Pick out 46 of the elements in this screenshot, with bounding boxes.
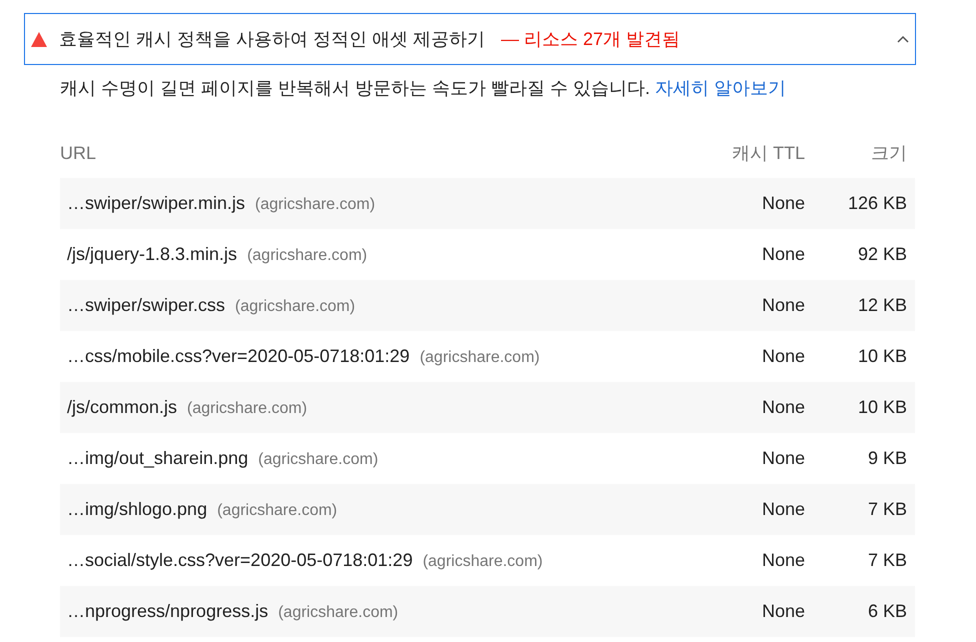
url-text: …nprogress/nprogress.js bbox=[67, 600, 268, 623]
size-cell-text: 126 KB bbox=[846, 192, 908, 215]
ttl-cell-text: None bbox=[760, 243, 805, 266]
size-cell-text: 92 KB bbox=[856, 243, 908, 266]
host-text: (agricshare.com) bbox=[217, 501, 338, 521]
audit-description: 캐시 수명이 길면 페이지를 반복해서 방문하는 속도가 빨라질 수 있습니다. bbox=[60, 78, 652, 98]
host-text: (agricshare.com) bbox=[187, 399, 308, 419]
host-text: (agricshare.com) bbox=[255, 195, 376, 215]
size-cell-text: 10 KB bbox=[856, 396, 908, 419]
ttl-cell-text: None bbox=[760, 192, 805, 215]
url-text: …img/shlogo.png bbox=[67, 498, 208, 521]
url-text: …swiper/swiper.min.js bbox=[67, 192, 246, 215]
url-text: /js/common.js bbox=[67, 396, 178, 419]
host-text: (agricshare.com) bbox=[278, 603, 398, 623]
url-text: /js/jquery-1.8.3.min.js bbox=[67, 243, 238, 266]
ttl-cell-text: None bbox=[760, 600, 805, 623]
ttl-cell-text: None bbox=[760, 396, 805, 419]
column-header: 크기 bbox=[870, 142, 908, 164]
size-cell-text: 12 KB bbox=[856, 294, 908, 317]
ttl-cell-text: None bbox=[760, 447, 805, 470]
learn-more-link[interactable]: 자세히 알아보기 bbox=[655, 78, 786, 98]
url-text: …swiper/swiper.css bbox=[67, 294, 226, 317]
ttl-cell-text: None bbox=[760, 345, 805, 368]
column-header: URL bbox=[60, 142, 98, 164]
size-cell-text: 10 KB bbox=[856, 345, 908, 368]
size-cell-text: 9 KB bbox=[866, 447, 908, 470]
url-text: …img/out_sharein.png bbox=[67, 447, 248, 470]
url-text: …social/style.css?ver=2020-05-0718:01:29 bbox=[67, 549, 413, 572]
chevron-icon[interactable] bbox=[897, 34, 909, 44]
host-text: (agricshare.com) bbox=[235, 297, 356, 317]
host-text: (agricshare.com) bbox=[258, 450, 378, 470]
ttl-cell-text: None bbox=[760, 294, 805, 317]
audit-header[interactable]: 효율적인 캐시 정책을 사용하여 정적인 애셋 제공하기 — 리소스 27개 발견됨 bbox=[24, 13, 916, 65]
host-text: (agricshare.com) bbox=[247, 246, 368, 266]
size-cell-text: 7 KB bbox=[866, 549, 908, 572]
warning-icon bbox=[31, 32, 47, 46]
audit-display-value: — 리소스 27개 발견됨 bbox=[501, 28, 680, 50]
url-text: …css/mobile.css?ver=2020-05-0718:01:29 bbox=[67, 345, 410, 368]
audit-title: 효율적인 캐시 정책을 사용하여 정적인 애셋 제공하기 bbox=[59, 28, 486, 50]
ttl-cell-text: None bbox=[760, 549, 805, 572]
host-text: (agricshare.com) bbox=[422, 552, 543, 572]
size-cell-text: 7 KB bbox=[866, 498, 908, 521]
ttl-cell-text: None bbox=[760, 498, 805, 521]
size-cell-text: 6 KB bbox=[866, 600, 908, 623]
host-text: (agricshare.com) bbox=[420, 348, 540, 368]
column-header: 캐시 TTL bbox=[730, 142, 805, 164]
